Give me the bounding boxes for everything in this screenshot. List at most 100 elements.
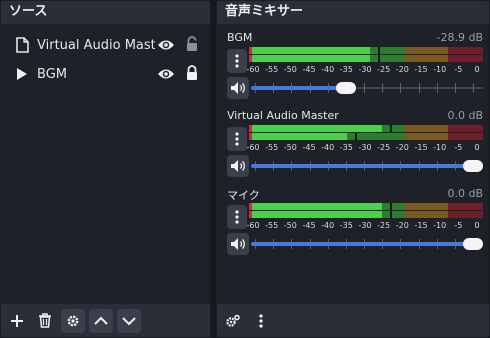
mixer-toolbar xyxy=(217,303,489,337)
meter-scale-label: -10 xyxy=(433,65,447,74)
meter-scale-label: -30 xyxy=(358,143,372,152)
speaker-icon xyxy=(231,238,245,250)
sources-title: ソース xyxy=(1,1,210,25)
gear-icon xyxy=(67,315,79,326)
meter-bar xyxy=(249,133,483,140)
channel-volume-db: 0.0 dB xyxy=(447,109,483,122)
speaker-icon xyxy=(231,160,245,172)
meter-scale-label: -55 xyxy=(265,143,279,152)
trash-icon xyxy=(39,313,51,328)
meter-scale-label: -20 xyxy=(395,143,409,152)
meter-scale-label: 0 xyxy=(474,143,480,152)
meter-scale-label: -30 xyxy=(358,65,372,74)
mixer-title: 音声ミキサー xyxy=(217,1,489,25)
meter-scale-label: -60 xyxy=(246,65,260,74)
meter-scale-label: 0 xyxy=(474,221,480,230)
meter-scale-label: -35 xyxy=(339,65,353,74)
mute-button[interactable] xyxy=(227,77,249,99)
volume-slider-handle[interactable] xyxy=(463,238,483,250)
meter-scale-label: -5 xyxy=(454,143,463,152)
mute-button[interactable] xyxy=(227,155,249,177)
meter-scale-label: -10 xyxy=(433,143,447,152)
meter-bar xyxy=(249,211,483,218)
mixer-menu-button[interactable] xyxy=(249,309,273,333)
menu-dots-icon xyxy=(235,54,239,68)
meter-scale-label: -40 xyxy=(321,143,335,152)
mixer-channel-bgm: BGM -28.9 dB -60 -55 -50 -45 -40 -35 -30 -25 -20… xyxy=(221,29,485,101)
meter-scale-label: -40 xyxy=(321,221,335,230)
meter-scale-label: -5 xyxy=(454,221,463,230)
meter-scale-label: -35 xyxy=(339,221,353,230)
file-icon xyxy=(11,37,33,53)
meter-scale-label: -55 xyxy=(265,221,279,230)
meter-scale-label: -25 xyxy=(377,143,391,152)
meter-scale-label: -5 xyxy=(454,65,463,74)
channel-name: BGM xyxy=(227,31,253,44)
channel-volume-db: 0.0 dB xyxy=(447,187,483,200)
unlocked-icon[interactable] xyxy=(185,36,199,56)
source-properties-button[interactable] xyxy=(61,308,85,333)
meter-bar xyxy=(249,203,483,210)
channel-name: マイク xyxy=(227,189,260,202)
meter-scale-label: -50 xyxy=(283,65,297,74)
meter-scale-label: -20 xyxy=(395,221,409,230)
add-source-button[interactable] xyxy=(5,309,29,333)
mute-button[interactable] xyxy=(227,233,249,255)
advanced-audio-properties-button[interactable] xyxy=(221,309,245,333)
lock-icon[interactable] xyxy=(185,65,199,85)
volume-slider[interactable] xyxy=(251,156,483,176)
visibility-eye-icon[interactable] xyxy=(157,37,175,56)
meter-scale-label: -60 xyxy=(246,143,260,152)
meter-scale-label: -45 xyxy=(302,143,316,152)
volume-meter: -60 -55 -50 -45 -40 -35 -30 -25 -20 -15 -10 -5 0 xyxy=(246,125,483,155)
meter-scale-label: -15 xyxy=(414,65,428,74)
source-label: BGM xyxy=(37,66,67,82)
remove-source-button[interactable] xyxy=(33,309,57,333)
visibility-eye-icon[interactable] xyxy=(157,66,175,85)
meter-scale-label: -60 xyxy=(246,221,260,230)
meter-scale-label: -25 xyxy=(377,221,391,230)
meter-scale-label: -50 xyxy=(283,143,297,152)
meter-scale-label: -25 xyxy=(377,65,391,74)
menu-dots-icon xyxy=(259,313,263,328)
meter-scale-label: -10 xyxy=(433,221,447,230)
sources-toolbar xyxy=(1,303,210,337)
mixer-channel-list: BGM -28.9 dB -60 -55 -50 -45 -40 -35 -30 -25 -20… xyxy=(217,25,489,303)
volume-slider[interactable] xyxy=(251,234,483,254)
meter-scale-label: -35 xyxy=(339,143,353,152)
add-icon xyxy=(11,314,23,327)
source-list[interactable]: Virtual Audio Master BGM xyxy=(1,25,210,303)
chevron-up-icon xyxy=(94,316,108,325)
menu-dots-icon xyxy=(235,210,239,224)
meter-scale-label: -40 xyxy=(321,65,335,74)
channel-name: Virtual Audio Master xyxy=(227,109,339,122)
meter-scale-label: -45 xyxy=(302,221,316,230)
play-icon xyxy=(11,67,33,81)
channel-menu-button[interactable] xyxy=(227,127,247,151)
channel-volume-db: -28.9 dB xyxy=(436,31,484,44)
move-source-down-button[interactable] xyxy=(117,308,141,333)
mixer-channel-virtual-audio-master: Virtual Audio Master 0.0 dB -60 -55 -50 -45… xyxy=(221,107,485,179)
meter-bar xyxy=(249,55,483,62)
source-item-bgm[interactable]: BGM xyxy=(5,60,208,88)
volume-slider-handle[interactable] xyxy=(335,82,356,94)
meter-scale-label: -15 xyxy=(414,143,428,152)
volume-slider[interactable] xyxy=(251,78,483,98)
channel-menu-button[interactable] xyxy=(227,205,247,229)
meter-scale-label: 0 xyxy=(474,65,480,74)
sources-dock: ソース Virtual Audio Master BGM xyxy=(0,0,211,338)
volume-meter: -60 -55 -50 -45 -40 -35 -30 -25 -20 -15 -10 -5 0 xyxy=(246,203,483,233)
meter-bar xyxy=(249,47,483,54)
source-label: Virtual Audio Master xyxy=(37,37,155,53)
volume-slider-handle[interactable] xyxy=(463,160,483,172)
meter-scale-label: -55 xyxy=(265,65,279,74)
chevron-down-icon xyxy=(122,316,136,325)
mixer-channel-mic: マイク 0.0 dB -60 -55 -50 -45 -40 -35 -30 -25 -20 -1… xyxy=(221,185,485,257)
source-item-virtual-audio-master[interactable]: Virtual Audio Master xyxy=(5,31,208,59)
meter-scale-label: -20 xyxy=(395,65,409,74)
volume-meter: -60 -55 -50 -45 -40 -35 -30 -25 -20 -15 -10 -5 0 xyxy=(246,47,483,77)
channel-menu-button[interactable] xyxy=(227,49,247,73)
meter-scale-label: -45 xyxy=(302,65,316,74)
meter-scale-label: -50 xyxy=(283,221,297,230)
move-source-up-button[interactable] xyxy=(89,308,113,333)
